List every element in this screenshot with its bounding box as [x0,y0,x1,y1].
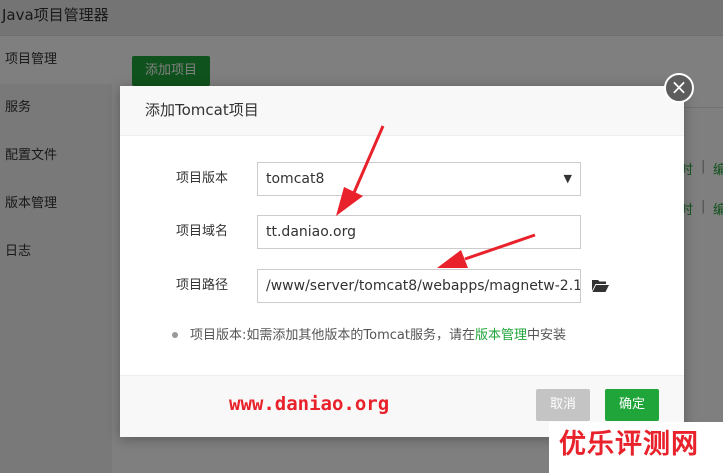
arrow-pointing-to-domain [336,125,385,216]
annotation-arrows [336,125,536,268]
arrow-pointing-to-path [437,233,536,268]
brand-watermark: 优乐评测网 [549,422,723,473]
